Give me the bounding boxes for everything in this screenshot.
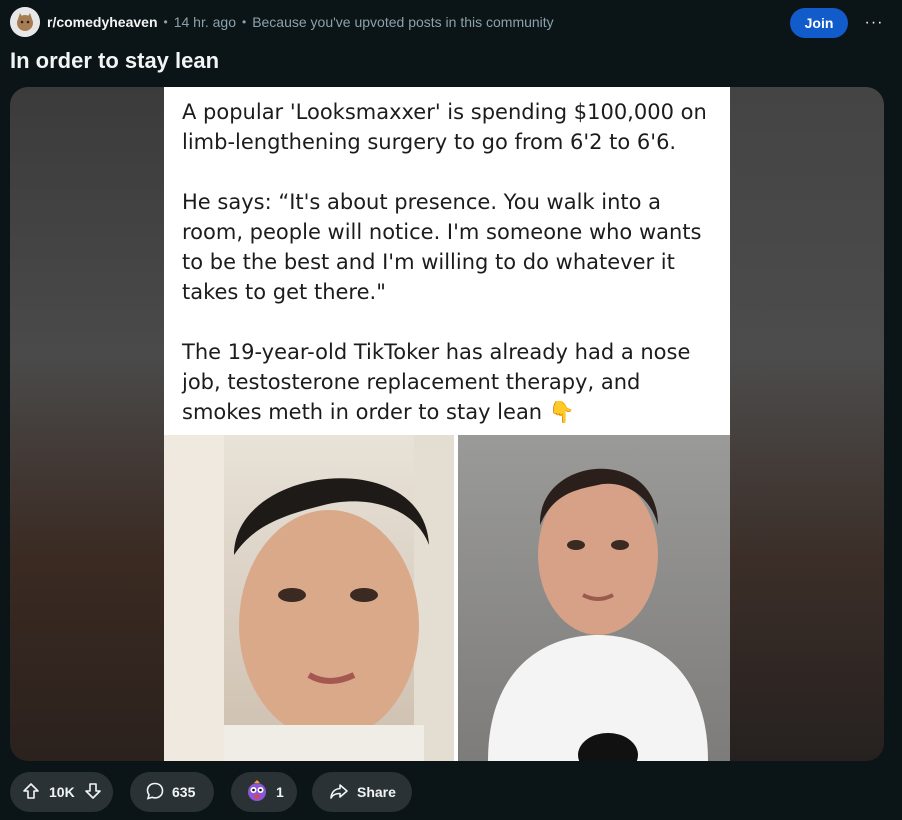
share-icon [329,781,349,804]
award-button[interactable]: 1 [231,772,297,812]
award-count: 1 [276,784,284,800]
post-title[interactable]: In order to stay lean [10,48,219,74]
separator-dot: • [163,15,168,29]
comments-button[interactable]: 635 [130,772,214,812]
more-options-icon[interactable]: ··· [860,8,888,38]
media-blur-right [728,87,884,761]
post-media[interactable]: A popular 'Looksmaxxer' is spending $100… [10,87,884,761]
share-button[interactable]: Share [312,772,412,812]
downvote-icon[interactable] [84,782,102,803]
subreddit-link[interactable]: r/comedyheaven [47,14,158,30]
join-button[interactable]: Join [790,8,848,38]
separator-dot: • [241,15,247,29]
upvote-icon[interactable] [22,782,40,803]
vote-control: 10K [10,772,113,812]
photo-right [458,435,730,761]
image-paragraph-text: The 19-year-old TikToker has already had… [182,340,691,424]
vote-count: 10K [49,784,75,800]
post-time: 14 hr. ago [173,14,236,30]
media-blur-left [10,87,164,761]
image-caption: A popular 'Looksmaxxer' is spending $100… [182,97,722,427]
image-paragraph: The 19-year-old TikToker has already had… [182,337,722,427]
image-paragraph: A popular 'Looksmaxxer' is spending $100… [182,100,707,154]
post-card: r/comedyheaven • 14 hr. ago • Because yo… [0,0,902,820]
photo-left [164,435,454,761]
post-image[interactable]: A popular 'Looksmaxxer' is spending $100… [164,87,730,761]
pointing-down-emoji: 👇 [548,400,575,424]
award-icon [245,779,269,806]
comment-count: 635 [172,784,196,800]
share-label: Share [357,784,396,800]
comment-icon [145,781,165,804]
image-paragraph: He says: “It's about presence. You walk … [182,190,702,304]
post-meta: r/comedyheaven • 14 hr. ago • Because yo… [10,6,554,38]
subreddit-avatar-icon[interactable] [10,7,40,37]
recommendation-reason: Because you've upvoted posts in this com… [252,14,554,30]
